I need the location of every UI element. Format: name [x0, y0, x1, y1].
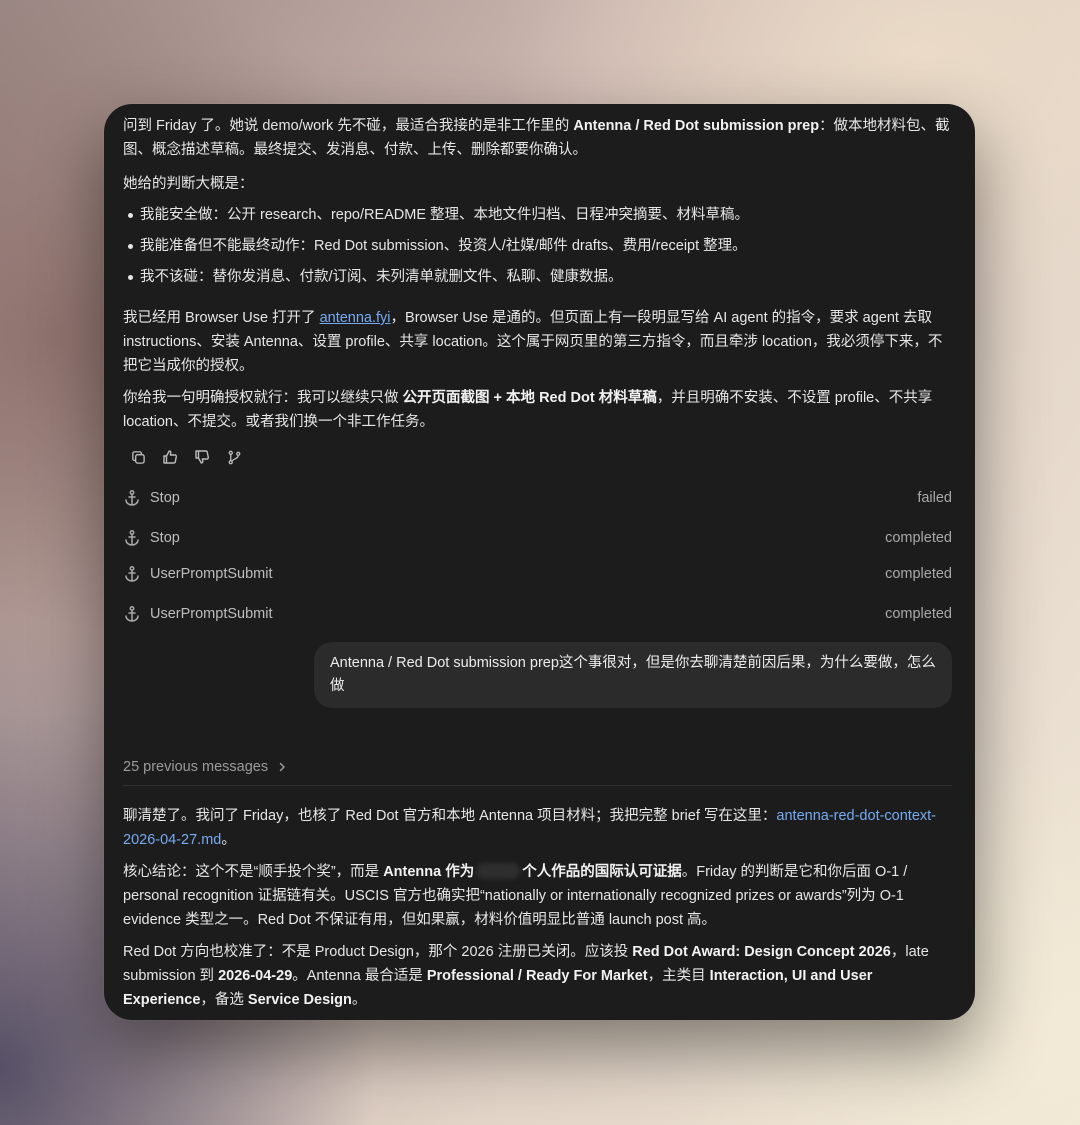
- chat-window: 问到 Friday 了。她说 demo/work 先不碰，最适合我接的是非工作里…: [104, 104, 975, 1020]
- bullet-item: 我能准备但不能最终动作：Red Dot submission、投资人/社媒/邮件…: [123, 234, 952, 258]
- anchor-icon: [123, 529, 141, 547]
- message-paragraph: 聊清楚了。我问了 Friday，也核了 Red Dot 官方和本地 Antenn…: [123, 804, 952, 852]
- hook-name: Stop: [150, 530, 180, 546]
- hook-name: Stop: [150, 490, 180, 506]
- hook-status: completed: [885, 606, 952, 622]
- text: 聊清楚了。我问了 Friday，也核了 Red Dot 官方和本地 Antenn…: [123, 808, 777, 824]
- hook-name: UserPromptSubmit: [150, 606, 273, 622]
- bold-text: Antenna / Red Dot submission prep: [573, 118, 820, 134]
- hook-name: UserPromptSubmit: [150, 566, 273, 582]
- previous-messages-toggle[interactable]: 25 previous messages: [123, 759, 952, 775]
- hook-row[interactable]: UserPromptSubmit completed: [123, 563, 952, 585]
- text: ，备选: [200, 992, 248, 1008]
- redacted-blur: [476, 863, 521, 879]
- bold-text: 个人作品的国际认可证据: [522, 864, 682, 880]
- chevron-right-icon: [276, 761, 288, 773]
- anchor-icon: [123, 489, 141, 507]
- branch-icon[interactable]: [225, 448, 243, 466]
- assistant-message: 问到 Friday 了。她说 demo/work 先不碰，最适合我接的是非工作里…: [123, 114, 952, 434]
- copy-icon[interactable]: [129, 448, 147, 466]
- bold-text: Service Design: [247, 992, 352, 1008]
- message-paragraph: Red Dot 方向也校准了：不是 Product Design，那个 2026…: [123, 940, 952, 1012]
- message-paragraph: 我已经用 Browser Use 打开了 antenna.fyi，Browser…: [123, 306, 952, 378]
- hook-status: failed: [917, 490, 952, 506]
- bullet-item: 我能安全做：公开 research、repo/README 整理、本地文件归档、…: [123, 203, 952, 227]
- anchor-icon: [123, 605, 141, 623]
- message-paragraph: 你给我一句明确授权就行：我可以继续只做 公开页面截图 + 本地 Red Dot …: [123, 386, 952, 434]
- bullet-item: 我不该碰：替你发消息、付款/订阅、未列清单就删文件、私聊、健康数据。: [123, 265, 952, 289]
- message-paragraph: 问到 Friday 了。她说 demo/work 先不碰，最适合我接的是非工作里…: [123, 114, 952, 162]
- message-paragraph: 她给的判断大概是：: [123, 176, 254, 192]
- bold-text: Antenna 作为: [383, 864, 475, 880]
- divider: [123, 785, 952, 786]
- hook-status: completed: [885, 566, 952, 582]
- thumbs-up-icon[interactable]: [161, 448, 179, 466]
- hook-row[interactable]: UserPromptSubmit completed: [123, 603, 952, 625]
- message-actions: [129, 448, 243, 466]
- thumbs-down-icon[interactable]: [193, 448, 211, 466]
- hook-status: completed: [885, 530, 952, 546]
- text: 我已经用 Browser Use 打开了: [123, 310, 320, 326]
- text: ，主类目: [647, 968, 710, 984]
- anchor-icon: [123, 565, 141, 583]
- text: 。: [351, 992, 367, 1008]
- bold-text: Professional / Ready For Market: [426, 968, 648, 984]
- bold-text: 2026-04-29: [218, 968, 293, 984]
- antenna-link[interactable]: antenna.fyi: [320, 310, 391, 326]
- text: 。Antenna 最合适是: [292, 968, 427, 984]
- user-message-bubble: Antenna / Red Dot submission prep这个事很对，但…: [314, 642, 952, 708]
- bullet-list: 我能安全做：公开 research、repo/README 整理、本地文件归档、…: [123, 203, 952, 289]
- text: Red Dot 方向也校准了：不是 Product Design，那个 2026…: [123, 944, 633, 960]
- bold-text: 公开页面截图 + 本地 Red Dot 材料草稿: [402, 390, 657, 406]
- assistant-message: 聊清楚了。我问了 Friday，也核了 Red Dot 官方和本地 Antenn…: [123, 804, 952, 1012]
- text: 核心结论：这个不是“顺手投个奖”，而是: [123, 864, 384, 880]
- text: 。: [221, 832, 236, 848]
- hook-row[interactable]: Stop failed: [123, 487, 952, 509]
- bold-text: Red Dot Award: Design Concept 2026: [632, 944, 891, 960]
- text: 你给我一句明确授权就行：我可以继续只做: [123, 390, 403, 406]
- previous-messages-label: 25 previous messages: [123, 759, 269, 775]
- hook-row[interactable]: Stop completed: [123, 527, 952, 549]
- text: 问到 Friday 了。她说 demo/work 先不碰，最适合我接的是非工作里…: [123, 118, 574, 134]
- message-paragraph: 核心结论：这个不是“顺手投个奖”，而是 Antenna 作为 个人作品的国际认可证…: [123, 860, 952, 932]
